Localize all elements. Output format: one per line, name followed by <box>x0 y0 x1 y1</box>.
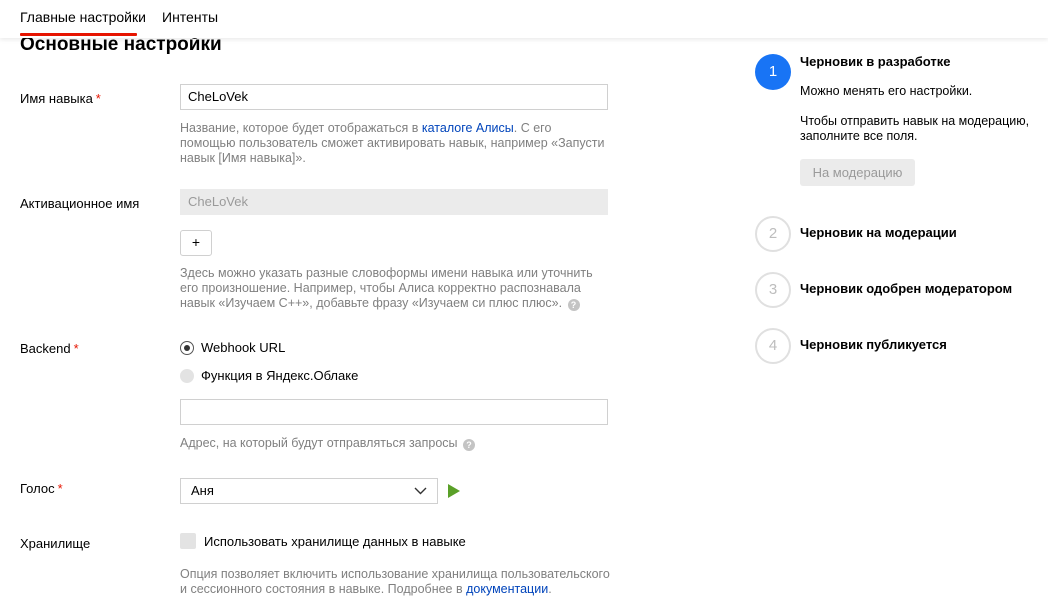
help-icon[interactable]: ? <box>463 439 476 451</box>
step-1-circle: 1 <box>755 54 791 90</box>
voice-label-text: Голос <box>20 481 55 496</box>
skill-name-label: Имя навыка * <box>20 91 101 106</box>
voice-selected-value: Аня <box>191 483 214 498</box>
step-4-title: Черновик публикуется <box>800 337 947 352</box>
step-1-title: Черновик в разработке <box>800 54 951 69</box>
voice-label: Голос * <box>20 481 63 496</box>
step-3-title: Черновик одобрен модератором <box>800 281 1013 296</box>
use-storage-label: Использовать хранилище данных в навыке <box>204 533 466 549</box>
checkbox-icon <box>180 533 196 549</box>
radio-cloud-function-label: Функция в Яндекс.Облаке <box>201 368 359 383</box>
step-1-text-2: Чтобы отправить навык на модерацию, запо… <box>800 114 1030 143</box>
activation-name-hint-text: Здесь можно указать разные словоформы им… <box>180 266 593 310</box>
help-icon[interactable]: ? <box>567 299 580 311</box>
radio-webhook-label: Webhook URL <box>201 340 286 355</box>
step-2-circle: 2 <box>755 216 791 252</box>
voice-select[interactable]: Аня <box>180 478 438 504</box>
step-3-circle: 3 <box>755 272 791 308</box>
required-mark: * <box>73 341 79 356</box>
required-mark: * <box>57 481 63 496</box>
tab-intents[interactable]: Интенты <box>162 9 218 25</box>
required-mark: * <box>95 91 101 106</box>
activation-name-hint: Здесь можно указать разные словоформы им… <box>180 266 610 311</box>
activation-name-label: Активационное имя <box>20 196 140 211</box>
backend-label: Backend * <box>20 341 79 356</box>
add-activation-name-button[interactable]: + <box>180 230 212 256</box>
tabs-bar: Главные настройки Интенты <box>0 0 1048 38</box>
radio-checked-icon <box>180 340 194 355</box>
chevron-down-icon <box>414 487 427 495</box>
storage-hint-text-2: . <box>548 582 552 596</box>
webhook-url-hint: Адрес, на который будут отправляться зап… <box>180 436 610 451</box>
storage-hint: Опция позволяет включить использование х… <box>180 567 610 597</box>
send-to-moderation-button[interactable]: На модерацию <box>800 159 915 186</box>
radio-webhook-url[interactable]: Webhook URL <box>180 340 285 355</box>
alice-catalog-link[interactable]: каталоге Алисы <box>422 121 514 135</box>
step-4-circle: 4 <box>755 328 791 364</box>
skill-name-label-text: Имя навыка <box>20 91 93 106</box>
webhook-url-hint-text: Адрес, на который будут отправляться зап… <box>180 436 458 450</box>
backend-label-text: Backend <box>20 341 71 356</box>
section-title: Основные настройки <box>20 34 222 55</box>
skill-name-input[interactable] <box>180 84 608 110</box>
storage-label: Хранилище <box>20 536 91 551</box>
step-2-title: Черновик на модерации <box>800 225 957 240</box>
activation-name-input <box>180 189 608 215</box>
radio-unchecked-icon <box>180 368 194 383</box>
tab-main-settings[interactable]: Главные настройки <box>20 9 146 25</box>
documentation-link[interactable]: документации <box>466 582 548 596</box>
skill-name-hint-text: Название, которое будет отображаться в <box>180 121 422 135</box>
use-storage-checkbox[interactable]: Использовать хранилище данных в навыке <box>180 533 466 549</box>
play-icon[interactable] <box>447 484 461 498</box>
radio-yandex-cloud-function[interactable]: Функция в Яндекс.Облаке <box>180 368 358 383</box>
active-tab-indicator <box>20 33 137 36</box>
step-1-text: Можно менять его настройки. <box>800 84 973 98</box>
skill-name-hint: Название, которое будет отображаться в к… <box>180 121 610 166</box>
webhook-url-input[interactable] <box>180 399 608 425</box>
